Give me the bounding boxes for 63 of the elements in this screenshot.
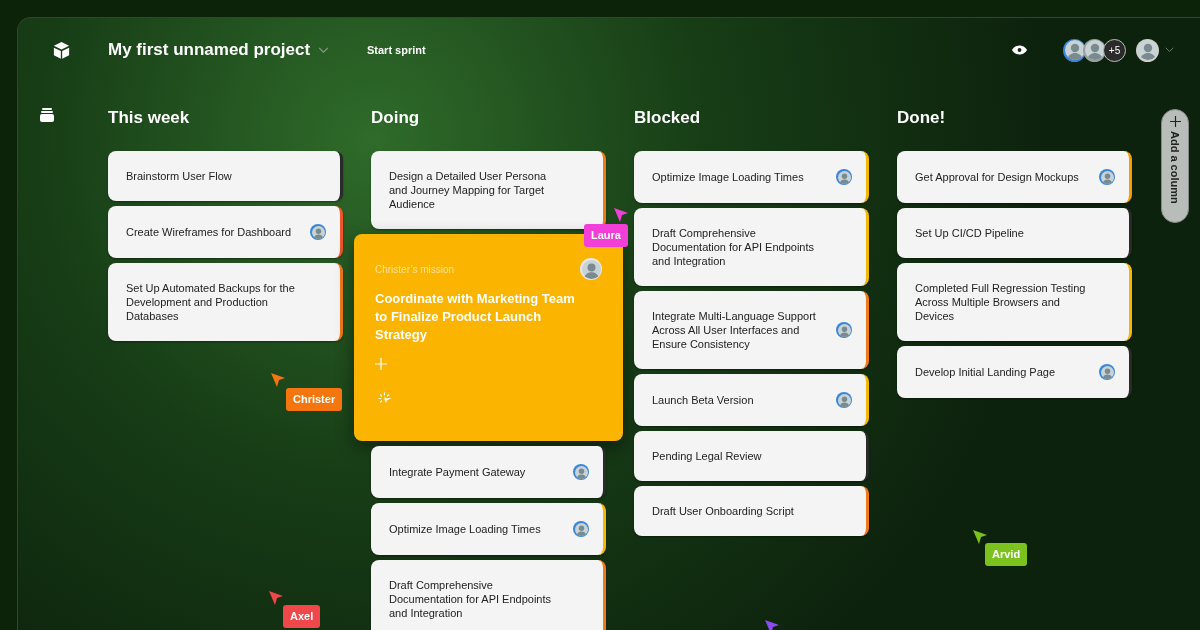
task-card[interactable]: Launch Beta Version <box>634 374 869 426</box>
avatar-icon <box>310 224 326 240</box>
user-name-tag: Christer <box>286 388 343 411</box>
avatar-icon <box>580 258 602 280</box>
task-card[interactable]: Design a Detailed User Persona and Journey Mapping for Target Audience <box>371 151 606 229</box>
task-card[interactable]: Integrate Multi-Language Support Across All User Interfaces and Ensure Consistency <box>634 291 869 369</box>
add-column-label: Add a column <box>1168 131 1183 204</box>
user-name-tag: Arvid <box>985 543 1028 566</box>
task-title: Get Approval for Design Mockups <box>915 170 1080 184</box>
user-name-tag: Laura <box>584 224 628 247</box>
task-card[interactable]: Integrate Payment Gateway <box>371 446 606 498</box>
task-card[interactable]: Get Approval for Design Mockups <box>897 151 1132 203</box>
column-title: Blocked <box>634 107 702 129</box>
task-card[interactable]: Set Up Automated Backups for the Development and Production Databases <box>108 263 343 341</box>
avatar-icon <box>573 521 589 537</box>
task-card[interactable]: Develop Initial Landing Page <box>897 346 1132 398</box>
task-title: Pending Legal Review <box>652 449 763 463</box>
add-column-button[interactable]: Add a column <box>1161 109 1189 223</box>
task-title: Set Up Automated Backups for the Development and Production Databases <box>126 281 296 323</box>
archive-icon[interactable] <box>40 108 54 122</box>
task-title: Launch Beta Version <box>652 393 755 407</box>
task-card[interactable]: Create Wireframes for Dashboard <box>108 206 343 258</box>
chevron-down-icon[interactable] <box>1165 47 1174 53</box>
sparkle-cursor-icon <box>378 392 391 405</box>
avatar-icon <box>836 392 852 408</box>
task-title: Integrate Multi-Language Support Across All User Interfaces and Ensure Consistency <box>652 309 817 351</box>
task-title: Optimize Image Loading Times <box>652 170 805 184</box>
task-title: Integrate Payment Gateway <box>389 465 527 479</box>
task-card[interactable]: Draft User Onboarding Script <box>634 486 869 536</box>
add-icon <box>1169 116 1181 127</box>
task-card[interactable]: Brainstorm User Flow <box>108 151 343 201</box>
task-title: Set Up CI/CD Pipeline <box>915 226 1025 240</box>
task-title: Draft Comprehensive Documentation for API Endpoints and Integration <box>389 578 553 620</box>
task-card[interactable]: Set Up CI/CD Pipeline <box>897 208 1132 258</box>
avatar-icon <box>836 322 852 338</box>
user-name-tag: Axel <box>283 605 321 628</box>
start-sprint-button[interactable]: Start sprint <box>367 41 426 59</box>
task-title: Optimize Image Loading Times <box>389 522 542 536</box>
task-card[interactable]: Optimize Image Loading Times <box>371 503 606 555</box>
column-title: Done! <box>897 107 947 129</box>
cube-stack-logo-icon[interactable] <box>52 40 71 60</box>
eye-icon[interactable] <box>1012 45 1027 55</box>
task-title: Completed Full Regression Testing Across Multiple Browsers and Devices <box>915 281 1087 323</box>
task-card[interactable]: Draft Comprehensive Documentation for API Endpoints and Integration <box>634 208 869 286</box>
avatar-icon <box>1099 364 1115 380</box>
mission-owner-label: Christer’s mission <box>375 262 455 277</box>
column-title: This week <box>108 107 191 129</box>
task-title: Develop Initial Landing Page <box>915 365 1057 379</box>
task-card[interactable]: Pending Legal Review <box>634 431 869 481</box>
avatar-icon <box>573 464 589 480</box>
avatar-icon <box>836 169 852 185</box>
task-card[interactable]: Optimize Image Loading Times <box>634 151 869 203</box>
task-card[interactable]: Draft Comprehensive Documentation for API Endpoints and Integration <box>371 560 606 630</box>
task-card[interactable]: Completed Full Regression Testing Across Multiple Browsers and Devices <box>897 263 1132 341</box>
task-title: Draft Comprehensive Documentation for API Endpoints and Integration <box>652 226 816 268</box>
project-title: My first unnamed project <box>108 39 311 62</box>
task-title: Design a Detailed User Persona and Journey Mapping for Target Audience <box>389 169 548 211</box>
avatar-icon <box>1099 169 1115 185</box>
task-title: Create Wireframes for Dashboard <box>126 225 293 239</box>
task-title: Draft User Onboarding Script <box>652 504 795 518</box>
column-title: Doing <box>371 107 421 129</box>
mission-title: Coordinate with Marketing Team to Finalize Product Launch Strategy <box>375 290 576 344</box>
task-title: Brainstorm User Flow <box>126 169 233 183</box>
